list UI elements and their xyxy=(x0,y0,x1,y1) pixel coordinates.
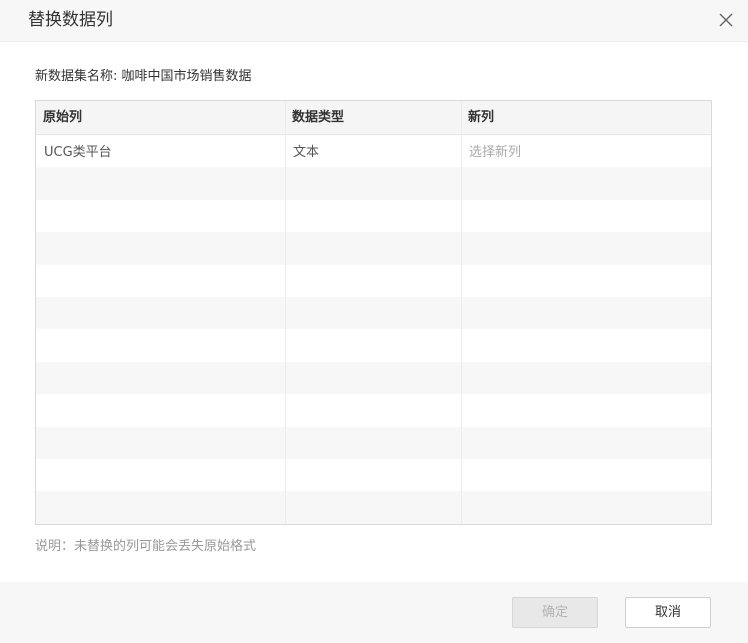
empty-row xyxy=(36,296,711,330)
close-button[interactable] xyxy=(716,10,736,30)
empty-row xyxy=(36,459,711,491)
dialog-title: 替换数据列 xyxy=(28,10,113,30)
dialog-header: 替换数据列 xyxy=(0,0,748,42)
dataset-name-row: 新数据集名称: 咖啡中国市场销售数据 xyxy=(35,67,252,87)
note-text: 说明：未替换的列可能会丢失原始格式 xyxy=(35,539,257,554)
dataset-name-label: 新数据集名称: xyxy=(35,69,118,84)
header-original-column: 原始列 xyxy=(43,110,83,125)
empty-row xyxy=(36,265,711,297)
select-new-column[interactable]: 选择新列 xyxy=(461,135,711,167)
column-divider xyxy=(285,101,286,524)
empty-row xyxy=(36,361,711,395)
header-data-type: 数据类型 xyxy=(292,110,345,125)
empty-row xyxy=(36,491,711,524)
table-row: UCG类平台 文本 选择新列 xyxy=(36,135,711,167)
cancel-button[interactable]: 取消 xyxy=(625,597,711,628)
close-icon xyxy=(719,13,733,27)
cell-original-column: UCG类平台 xyxy=(44,145,112,160)
empty-row xyxy=(36,426,711,459)
dataset-name-value: 咖啡中国市场销售数据 xyxy=(121,69,252,84)
column-divider xyxy=(461,101,462,524)
empty-row xyxy=(36,394,711,426)
column-mapping-table: 原始列 数据类型 新列 UCG类平台 文本 选择新列 xyxy=(35,100,712,525)
table-body: UCG类平台 文本 选择新列 xyxy=(36,135,711,524)
empty-row xyxy=(36,167,711,200)
header-new-column: 新列 xyxy=(468,110,495,125)
cell-data-type: 文本 xyxy=(293,145,320,160)
replace-columns-dialog: 替换数据列 新数据集名称: 咖啡中国市场销售数据 原始列 数据类型 新列 UCG… xyxy=(0,0,748,643)
dialog-footer: 确定 取消 xyxy=(0,582,748,643)
empty-row xyxy=(36,232,711,265)
confirm-button[interactable]: 确定 xyxy=(512,597,598,628)
empty-row xyxy=(36,200,711,232)
table-header: 原始列 数据类型 新列 xyxy=(36,101,711,135)
empty-row xyxy=(36,329,711,361)
